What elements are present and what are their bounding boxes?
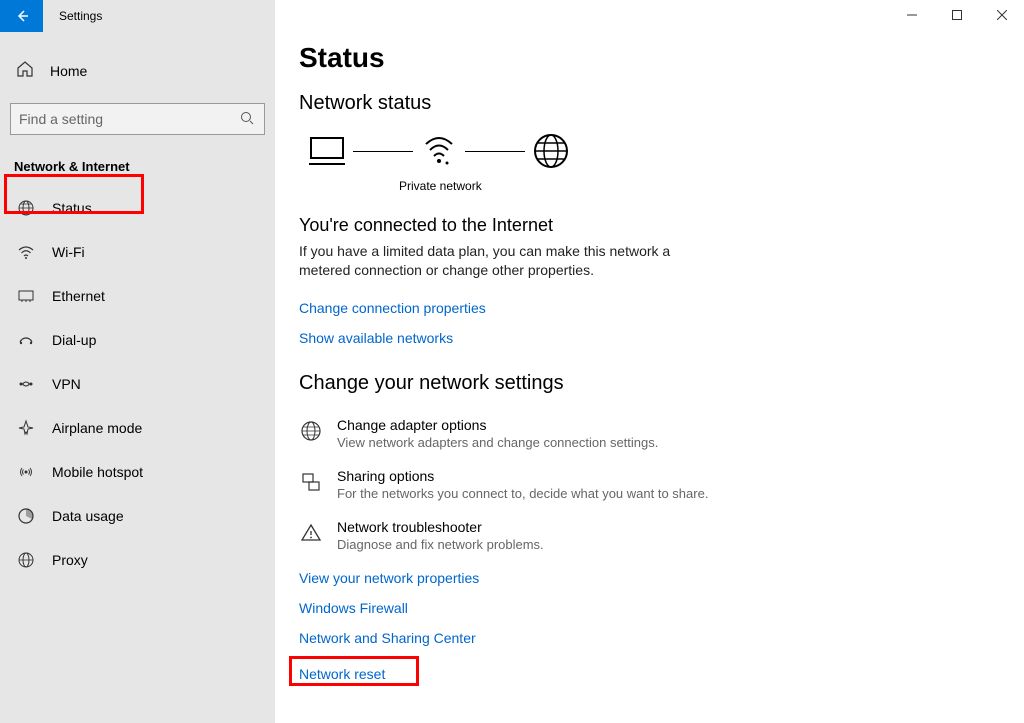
search-input-container[interactable]: [10, 103, 265, 135]
sidebar-item-airplane[interactable]: Airplane mode: [10, 406, 265, 450]
network-status-heading: Network status: [299, 92, 1000, 115]
row-title: Change adapter options: [337, 417, 658, 433]
row-desc: For the networks you connect to, decide …: [337, 486, 708, 501]
arrow-left-icon: [14, 8, 30, 24]
minimize-button[interactable]: [889, 0, 934, 30]
back-button[interactable]: [0, 0, 43, 32]
globe-internet-icon: [531, 131, 571, 171]
diagram-caption: Private network: [399, 179, 1000, 193]
wifi-icon: [16, 242, 36, 262]
sidebar-item-proxy[interactable]: Proxy: [10, 538, 265, 582]
datausage-icon: [16, 506, 36, 526]
troubleshooter-icon: [299, 521, 323, 545]
adapter-icon: [299, 419, 323, 443]
sidebar-item-vpn[interactable]: VPN: [10, 362, 265, 406]
dialup-icon: [16, 330, 36, 350]
search-icon: [240, 111, 256, 127]
sidebar-item-label: Wi-Fi: [52, 244, 85, 260]
connected-body: If you have a limited data plan, you can…: [299, 242, 679, 280]
row-title: Sharing options: [337, 468, 708, 484]
network-diagram: [307, 131, 1000, 171]
sidebar-item-label: Proxy: [52, 552, 88, 568]
row-network-troubleshooter[interactable]: Network troubleshooter Diagnose and fix …: [299, 519, 1000, 552]
sidebar-item-hotspot[interactable]: Mobile hotspot: [10, 450, 265, 494]
link-show-available-networks[interactable]: Show available networks: [299, 330, 1000, 346]
maximize-button[interactable]: [934, 0, 979, 30]
sidebar-section-label: Network & Internet: [14, 159, 265, 174]
ethernet-icon: [16, 286, 36, 306]
wifi-router-icon: [419, 131, 459, 171]
sidebar-item-ethernet[interactable]: Ethernet: [10, 274, 265, 318]
sidebar-item-label: Dial-up: [52, 332, 96, 348]
link-change-connection-properties[interactable]: Change connection properties: [299, 300, 1000, 316]
hotspot-icon: [16, 462, 36, 482]
change-settings-heading: Change your network settings: [299, 372, 1000, 395]
home-label: Home: [50, 63, 87, 79]
airplane-icon: [16, 418, 36, 438]
sharing-icon: [299, 470, 323, 494]
page-title: Status: [299, 42, 1000, 74]
home-button[interactable]: Home: [10, 54, 265, 87]
row-desc: Diagnose and fix network problems.: [337, 537, 544, 552]
sidebar-item-label: VPN: [52, 376, 81, 392]
link-network-reset[interactable]: Network reset: [299, 666, 385, 682]
window-title: Settings: [43, 9, 102, 23]
computer-icon: [307, 131, 347, 171]
search-input[interactable]: [19, 111, 240, 127]
sidebar-item-label: Data usage: [52, 508, 124, 524]
sidebar-item-label: Ethernet: [52, 288, 105, 304]
home-icon: [16, 60, 34, 81]
link-view-network-properties[interactable]: View your network properties: [299, 570, 1000, 586]
sidebar-item-label: Status: [52, 200, 92, 216]
connected-heading: You're connected to the Internet: [299, 215, 1000, 236]
row-change-adapter-options[interactable]: Change adapter options View network adap…: [299, 417, 1000, 450]
close-button[interactable]: [979, 0, 1024, 30]
sidebar-item-label: Airplane mode: [52, 420, 142, 436]
link-windows-firewall[interactable]: Windows Firewall: [299, 600, 1000, 616]
row-desc: View network adapters and change connect…: [337, 435, 658, 450]
link-network-sharing-center[interactable]: Network and Sharing Center: [299, 630, 1000, 646]
proxy-icon: [16, 550, 36, 570]
globe-icon: [16, 198, 36, 218]
sidebar-item-status[interactable]: Status: [10, 186, 265, 230]
sidebar-item-datausage[interactable]: Data usage: [10, 494, 265, 538]
sidebar-item-label: Mobile hotspot: [52, 464, 143, 480]
sidebar-item-wifi[interactable]: Wi-Fi: [10, 230, 265, 274]
row-title: Network troubleshooter: [337, 519, 544, 535]
sidebar-item-dialup[interactable]: Dial-up: [10, 318, 265, 362]
vpn-icon: [16, 374, 36, 394]
row-sharing-options[interactable]: Sharing options For the networks you con…: [299, 468, 1000, 501]
